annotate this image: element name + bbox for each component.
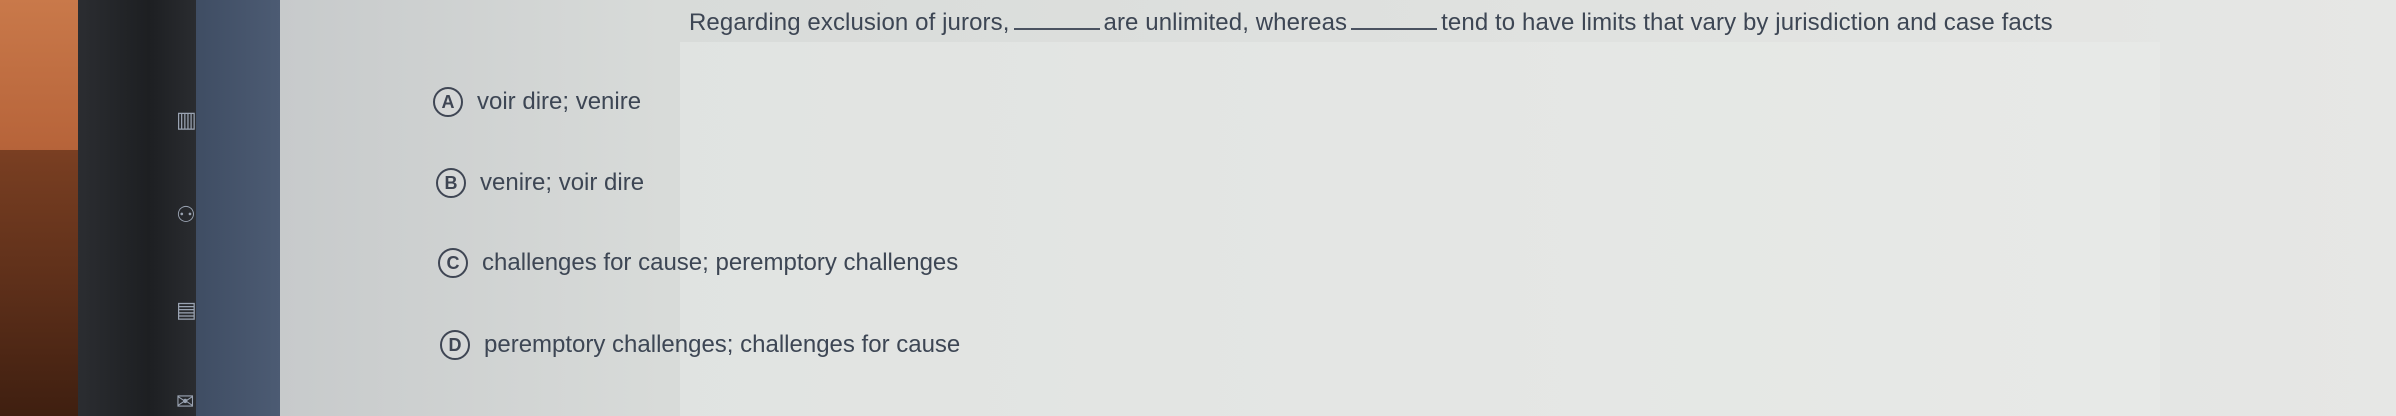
- option-b-text: venire; voir dire: [480, 169, 645, 196]
- option-d-text: peremptory challenges; challenges for ca…: [484, 331, 961, 358]
- option-d-badge[interactable]: D: [440, 330, 470, 360]
- option-a-text: voir dire; venire: [477, 88, 642, 115]
- option-a[interactable]: A voir dire; venire: [433, 87, 641, 117]
- photo-scene: ▥ ⚇ ▤ ✉ Regarding exclusion of jurors, ar…: [0, 0, 2396, 416]
- question-part-1: Regarding exclusion of jurors,: [689, 9, 1010, 36]
- option-b-badge[interactable]: B: [436, 168, 466, 198]
- answer-blank-1: [1013, 8, 1100, 30]
- answer-blank-2: [1351, 8, 1438, 30]
- option-b[interactable]: B venire; voir dire: [436, 168, 644, 198]
- sidebar-menu-icon[interactable]: ▥: [176, 110, 198, 132]
- option-a-badge[interactable]: A: [433, 87, 463, 117]
- question-part-2: are unlimited, whereas: [1103, 9, 1348, 36]
- option-d[interactable]: D peremptory challenges; challenges for …: [440, 330, 960, 360]
- sidebar-people-icon[interactable]: ⚇: [176, 205, 198, 227]
- question-part-3: tend to have limits that vary by jurisdi…: [1441, 9, 2053, 36]
- app-sidebar: [196, 0, 280, 416]
- sidebar-mail-icon[interactable]: ✉: [176, 392, 198, 414]
- quiz-content: Regarding exclusion of jurors, are unlimi…: [280, 0, 2396, 416]
- option-c-text: challenges for cause; peremptory challen…: [482, 249, 959, 276]
- option-c-badge[interactable]: C: [438, 248, 468, 278]
- option-c[interactable]: C challenges for cause; peremptory chall…: [438, 248, 958, 278]
- question-text: Regarding exclusion of jurors, are unlimi…: [689, 8, 2053, 37]
- sidebar-calendar-icon[interactable]: ▤: [176, 300, 198, 322]
